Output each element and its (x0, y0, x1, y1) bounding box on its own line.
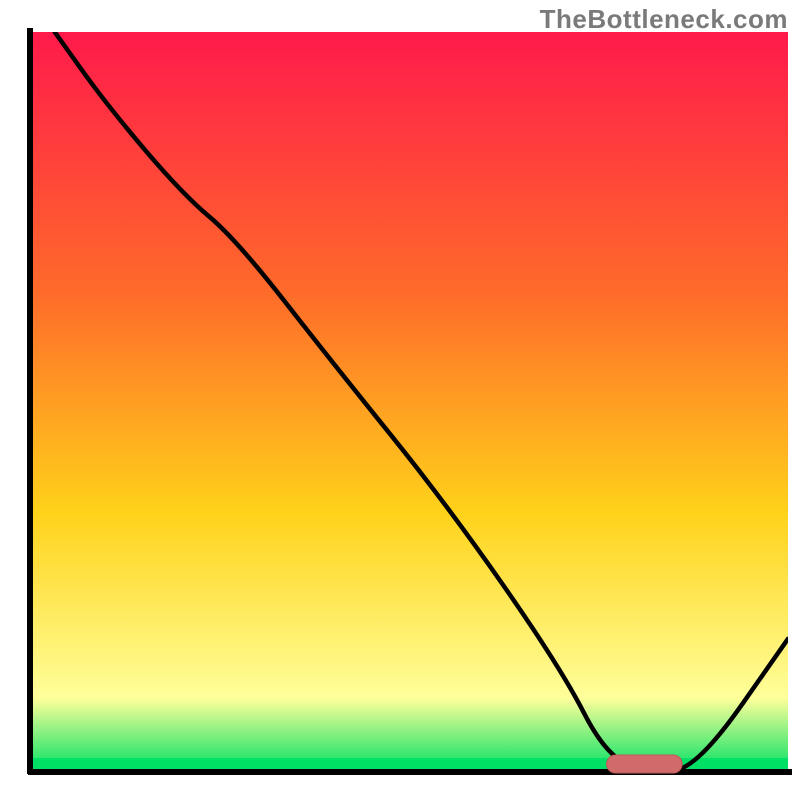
optimal-marker (607, 755, 683, 773)
chart-container: TheBottleneck.com (0, 0, 800, 800)
chart-svg (0, 0, 800, 800)
plot-background (32, 32, 788, 772)
watermark-text: TheBottleneck.com (540, 4, 788, 35)
